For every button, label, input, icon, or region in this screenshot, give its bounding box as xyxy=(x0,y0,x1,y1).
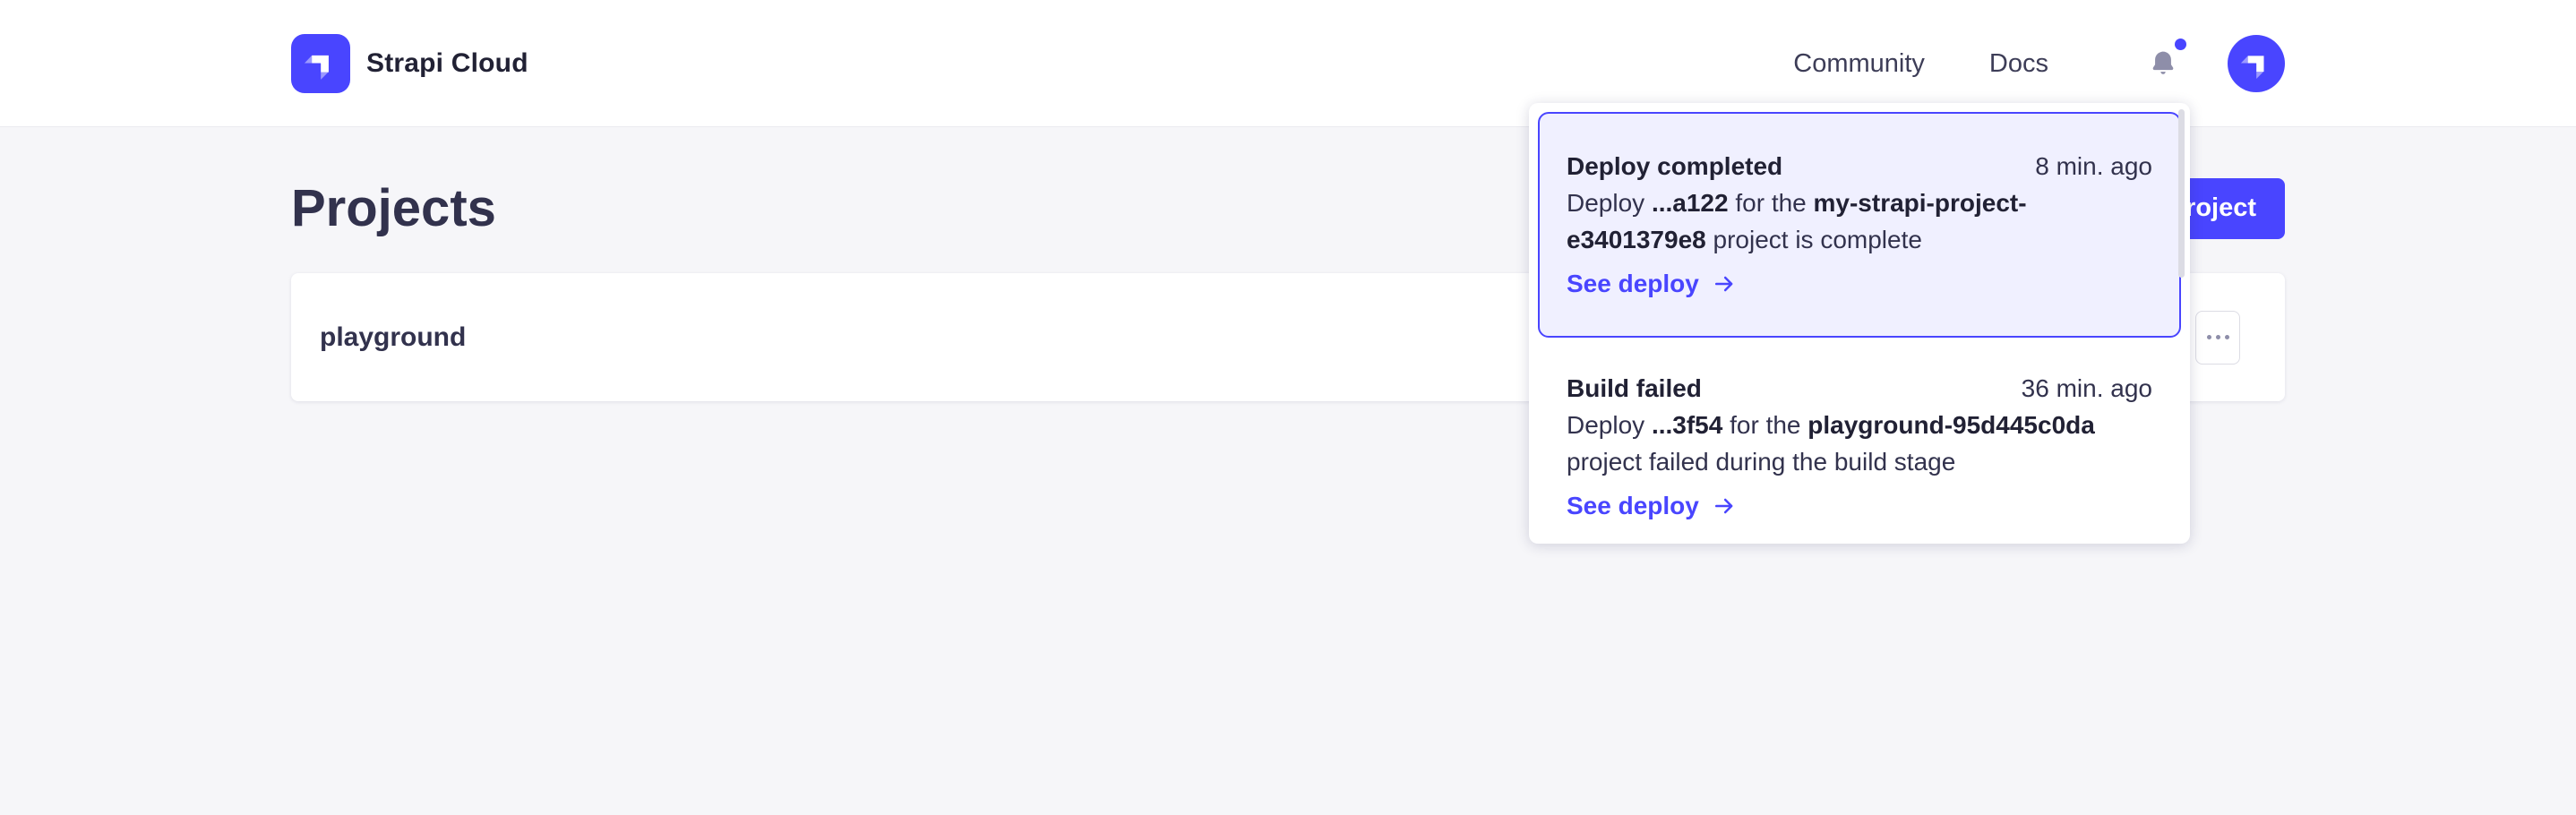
notification-body: Deploy ...3f54 for the playground-95d445… xyxy=(1567,407,2152,480)
see-deploy-link[interactable]: See deploy xyxy=(1567,487,2152,524)
notifications-dropdown: Deploy completed 8 min. ago Deploy ...a1… xyxy=(1529,103,2190,544)
notifications-button[interactable] xyxy=(2145,42,2181,85)
notification-title: Build failed xyxy=(1567,370,1702,407)
ellipsis-icon xyxy=(2207,335,2211,339)
notification-time: 8 min. ago xyxy=(2035,148,2152,184)
user-avatar[interactable] xyxy=(2228,35,2285,92)
see-deploy-link[interactable]: See deploy xyxy=(1567,265,2152,302)
nav-link-docs[interactable]: Docs xyxy=(1989,49,2048,79)
top-navbar: Strapi Cloud Community Docs xyxy=(0,0,2576,127)
deploy-id: ...a122 xyxy=(1652,189,1729,217)
project-more-options-button[interactable] xyxy=(2195,311,2240,365)
page-title: Projects xyxy=(291,172,496,244)
brand[interactable]: Strapi Cloud xyxy=(291,34,528,93)
header-nav: Community Docs xyxy=(1793,35,2285,92)
strapi-mark xyxy=(303,46,339,82)
arrow-right-icon xyxy=(1712,271,1737,296)
project-name[interactable]: playground xyxy=(320,322,466,353)
arrow-right-icon xyxy=(1712,493,1737,519)
notification-body: Deploy ...a122 for the my-strapi-project… xyxy=(1567,184,2152,258)
strapi-logo-icon xyxy=(291,34,350,93)
nav-link-community[interactable]: Community xyxy=(1793,49,1925,79)
avatar-strapi-mark xyxy=(2239,47,2273,81)
unread-indicator-dot xyxy=(2175,39,2186,50)
notification-deploy-completed[interactable]: Deploy completed 8 min. ago Deploy ...a1… xyxy=(1538,112,2181,338)
notification-time: 36 min. ago xyxy=(2022,370,2152,407)
dropdown-scrollbar[interactable] xyxy=(2178,109,2185,278)
deploy-id: ...3f54 xyxy=(1652,411,1722,439)
notification-title: Deploy completed xyxy=(1567,148,1782,184)
strapi-cloud-app: Strapi Cloud Community Docs xyxy=(0,0,2576,815)
project-ref: playground-95d445c0da xyxy=(1807,411,2095,439)
brand-name: Strapi Cloud xyxy=(366,48,528,79)
notification-build-failed[interactable]: Build failed 36 min. ago Deploy ...3f54 … xyxy=(1538,338,2181,524)
bell-icon xyxy=(2148,47,2178,81)
